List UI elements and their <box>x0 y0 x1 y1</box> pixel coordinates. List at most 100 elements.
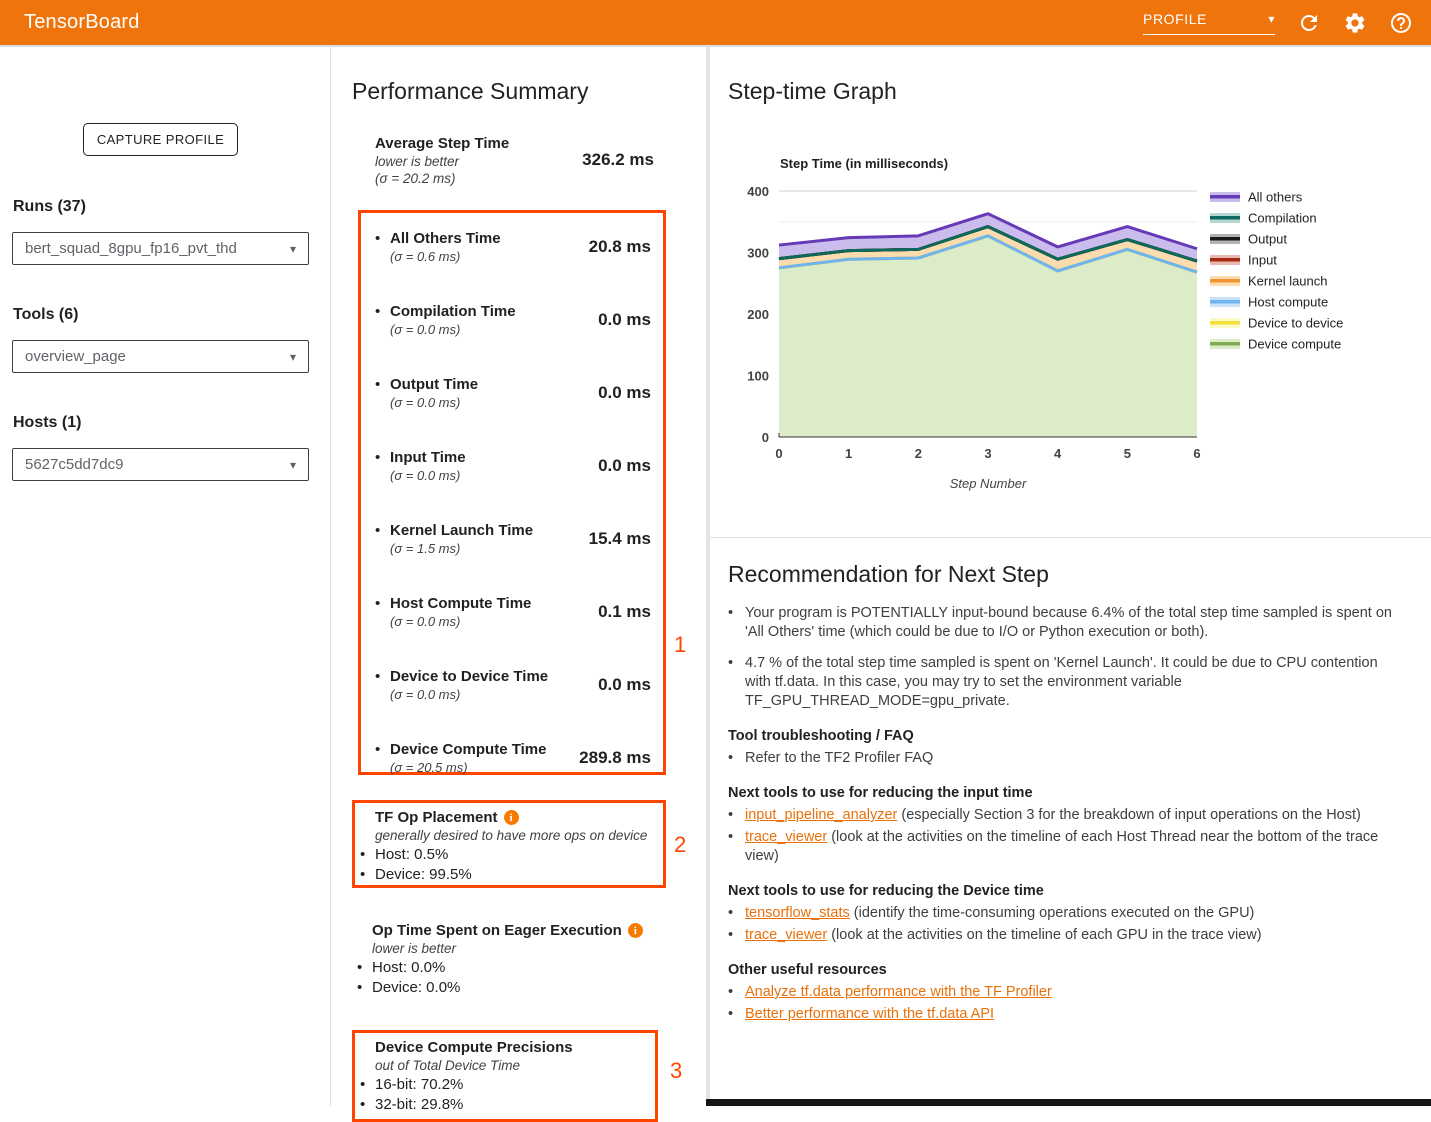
rec-item: Better performance with the tf.data API <box>728 1005 1428 1024</box>
device-compute-precisions-subtitle: out of Total Device Time <box>375 1057 655 1074</box>
rec-item: tensorflow_stats (identify the time-cons… <box>728 904 1428 923</box>
rec-link[interactable]: input_pipeline_analyzer <box>745 807 897 823</box>
rec-item: Analyze tf.data performance with the TF … <box>728 983 1428 1002</box>
metric-row: Kernel Launch Time(σ = 1.5 ms)15.4 ms <box>375 520 651 558</box>
chevron-down-icon: ▾ <box>1268 12 1275 26</box>
rec-bullet-text: Your program is POTENTIALLY input-bound … <box>745 604 1393 642</box>
annotation-1: 1 <box>674 632 686 658</box>
tools-select[interactable]: overview_page ▾ <box>12 340 309 373</box>
rec-link[interactable]: trace_viewer <box>745 927 827 943</box>
rec-item: Refer to the TF2 Profiler FAQ <box>728 749 1428 768</box>
info-icon[interactable]: i <box>504 810 519 825</box>
recommendation-title: Recommendation for Next Step <box>728 561 1428 588</box>
x-tick-label: 2 <box>915 446 922 461</box>
help-icon[interactable] <box>1389 11 1413 35</box>
rec-item-text: (look at the activities on the timeline … <box>745 829 1378 864</box>
right-column: Step-time Graph Step Time (in millisecon… <box>710 47 1431 1106</box>
metric-value: 0.1 ms <box>598 602 651 622</box>
metric-label: All Others Time <box>390 229 501 248</box>
app-header: TensorBoard PROFILE ▾ <box>0 0 1431 45</box>
settings-gear-icon[interactable] <box>1343 11 1367 35</box>
rec-link[interactable]: Analyze tf.data performance with the TF … <box>745 984 1052 1000</box>
rec-item: trace_viewer (look at the activities on … <box>728 828 1428 866</box>
hosts-label: Hosts (1) <box>13 414 81 432</box>
step-time-chart: Step Time (in milliseconds)0100200300400… <box>740 142 1400 502</box>
rec-bullet: 4.7 % of the total step time sampled is … <box>728 654 1428 711</box>
rec-item-text: (look at the activities on the timeline … <box>827 927 1261 943</box>
legend-label: Host compute <box>1248 295 1328 310</box>
bullet-icon <box>728 926 745 945</box>
bullet-icon <box>375 375 390 394</box>
reload-icon[interactable] <box>1297 11 1321 35</box>
y-tick-label: 100 <box>747 369 769 384</box>
runs-selected-value: bert_squad_8gpu_fp16_pvt_thd <box>25 240 237 257</box>
y-tick-label: 300 <box>747 246 769 261</box>
rec-item: input_pipeline_analyzer (especially Sect… <box>728 806 1428 825</box>
rec-item-text: (especially Section 3 for the breakdown … <box>897 807 1360 823</box>
metric-sigma: (σ = 0.0 ms) <box>390 613 531 630</box>
metric-sigma: (σ = 0.0 ms) <box>390 467 466 484</box>
bullet-icon <box>375 740 390 759</box>
metric-value: 15.4 ms <box>589 529 651 549</box>
stat-item-text: Device: 99.5% <box>375 865 472 884</box>
stat-item-text: 32-bit: 29.8% <box>375 1095 463 1114</box>
tools-selected-value: overview_page <box>25 348 126 365</box>
eager-execution-block: Op Time Spent on Eager Execution i lower… <box>352 916 666 997</box>
annotation-3: 3 <box>670 1058 682 1084</box>
metric-row: All Others Time(σ = 0.6 ms)20.8 ms <box>375 228 651 266</box>
tf-op-placement-title: TF Op Placement <box>375 808 498 827</box>
y-tick-label: 0 <box>762 430 769 445</box>
horizontal-scrollbar[interactable] <box>706 1099 1431 1106</box>
metric-row: Compilation Time(σ = 0.0 ms)0.0 ms <box>375 301 651 339</box>
bullet-icon <box>728 828 745 847</box>
legend-label: Output <box>1248 232 1287 247</box>
bullet-icon <box>728 604 745 623</box>
metric-row: Input Time(σ = 0.0 ms)0.0 ms <box>375 447 651 485</box>
capture-profile-button[interactable]: CAPTURE PROFILE <box>83 123 238 156</box>
x-tick-label: 5 <box>1124 446 1131 461</box>
step-time-graph-title: Step-time Graph <box>728 78 897 105</box>
metric-row: Host Compute Time(σ = 0.0 ms)0.1 ms <box>375 593 651 631</box>
rec-bullets: Your program is POTENTIALLY input-bound … <box>728 604 1428 711</box>
dashboard-selected-label: PROFILE <box>1143 11 1207 27</box>
tf-op-placement-box: TF Op Placement i generally desired to h… <box>352 800 666 888</box>
rec-bullet: Your program is POTENTIALLY input-bound … <box>728 604 1428 642</box>
bullet-icon <box>360 865 375 884</box>
area-device-compute <box>779 236 1197 437</box>
sidebar-divider <box>330 47 331 1106</box>
stat-item-text: 16-bit: 70.2% <box>375 1075 463 1094</box>
rec-bullet-text: 4.7 % of the total step time sampled is … <box>745 654 1393 711</box>
stat-item-text: Host: 0.0% <box>372 958 445 977</box>
bullet-icon <box>375 229 390 248</box>
rec-link[interactable]: Better performance with the tf.data API <box>745 1006 994 1022</box>
legend-label: All others <box>1248 190 1303 205</box>
recommendation-section: Recommendation for Next Step Your progra… <box>728 561 1428 1027</box>
x-tick-label: 3 <box>984 446 991 461</box>
stat-item: Device: 99.5% <box>355 865 663 884</box>
average-step-time-sigma: (σ = 20.2 ms) <box>375 170 509 187</box>
metric-sigma: (σ = 0.6 ms) <box>390 248 501 265</box>
metric-sigma: (σ = 0.0 ms) <box>390 394 478 411</box>
dashboard-selector[interactable]: PROFILE ▾ <box>1143 11 1275 35</box>
stat-item-text: Host: 0.5% <box>375 845 448 864</box>
x-tick-label: 0 <box>775 446 782 461</box>
runs-label: Runs (37) <box>13 198 86 216</box>
bullet-icon <box>375 448 390 467</box>
tf-op-items: Host: 0.5%Device: 99.5% <box>355 845 663 884</box>
metric-row: Device to Device Time(σ = 0.0 ms)0.0 ms <box>375 666 651 704</box>
stat-item: Host: 0.0% <box>352 958 666 977</box>
legend-label: Kernel launch <box>1248 274 1328 289</box>
y-tick-label: 400 <box>747 184 769 199</box>
rec-link[interactable]: tensorflow_stats <box>745 905 850 921</box>
chevron-down-icon: ▾ <box>290 242 296 256</box>
info-icon[interactable]: i <box>628 923 643 938</box>
bullet-icon <box>728 654 745 673</box>
hosts-select[interactable]: 5627c5dd7dc9 ▾ <box>12 448 309 481</box>
runs-select[interactable]: bert_squad_8gpu_fp16_pvt_thd ▾ <box>12 232 309 265</box>
metric-row: Device Compute Time(σ = 20.5 ms)289.8 ms <box>375 739 651 777</box>
metric-sigma: (σ = 1.5 ms) <box>390 540 533 557</box>
rec-link[interactable]: trace_viewer <box>745 829 827 845</box>
stat-item: Device: 0.0% <box>352 978 666 997</box>
rec-item-text: (identify the time-consuming operations … <box>850 905 1255 921</box>
bullet-icon <box>728 806 745 825</box>
